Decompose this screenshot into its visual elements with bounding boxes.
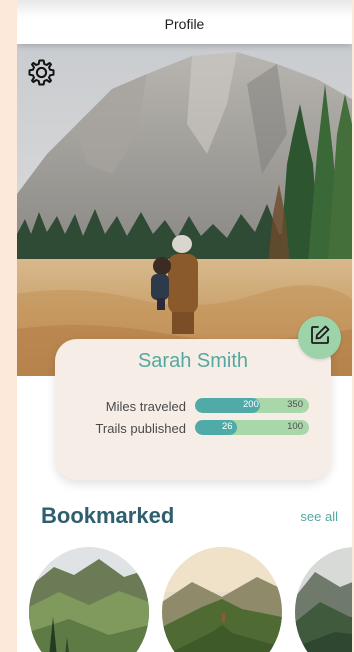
edit-note-icon bbox=[309, 324, 331, 351]
trails-value: 26 bbox=[222, 421, 233, 432]
bookmark-thumbnail[interactable] bbox=[295, 547, 352, 652]
page-title: Profile bbox=[164, 16, 205, 32]
profile-name: Sarah Smith bbox=[137, 350, 249, 372]
top-bar: Profile bbox=[17, 0, 352, 44]
miles-progress-bar: 200 350 bbox=[195, 398, 309, 413]
miles-max: 350 bbox=[287, 399, 303, 410]
trails-max: 100 bbox=[287, 421, 303, 432]
settings-gear-icon[interactable] bbox=[27, 58, 56, 87]
bookmarked-title: Bookmarked bbox=[41, 503, 175, 528]
trails-progress-bar: 26 100 bbox=[195, 420, 309, 435]
profile-card: Sarah Smith Miles traveled 200 350 Trail… bbox=[55, 339, 331, 480]
edit-profile-button[interactable] bbox=[298, 316, 341, 359]
bookmark-thumbnail[interactable] bbox=[162, 547, 282, 652]
stat-label-miles: Miles traveled bbox=[105, 399, 186, 414]
phone-screen: Profile Sarah Smith Miles traveled 200 3… bbox=[17, 0, 352, 652]
stat-label-trails: Trails published bbox=[95, 421, 186, 436]
miles-value: 200 bbox=[243, 399, 259, 410]
bookmark-thumbnail[interactable] bbox=[29, 547, 149, 652]
see-all-link[interactable]: see all bbox=[300, 509, 338, 524]
